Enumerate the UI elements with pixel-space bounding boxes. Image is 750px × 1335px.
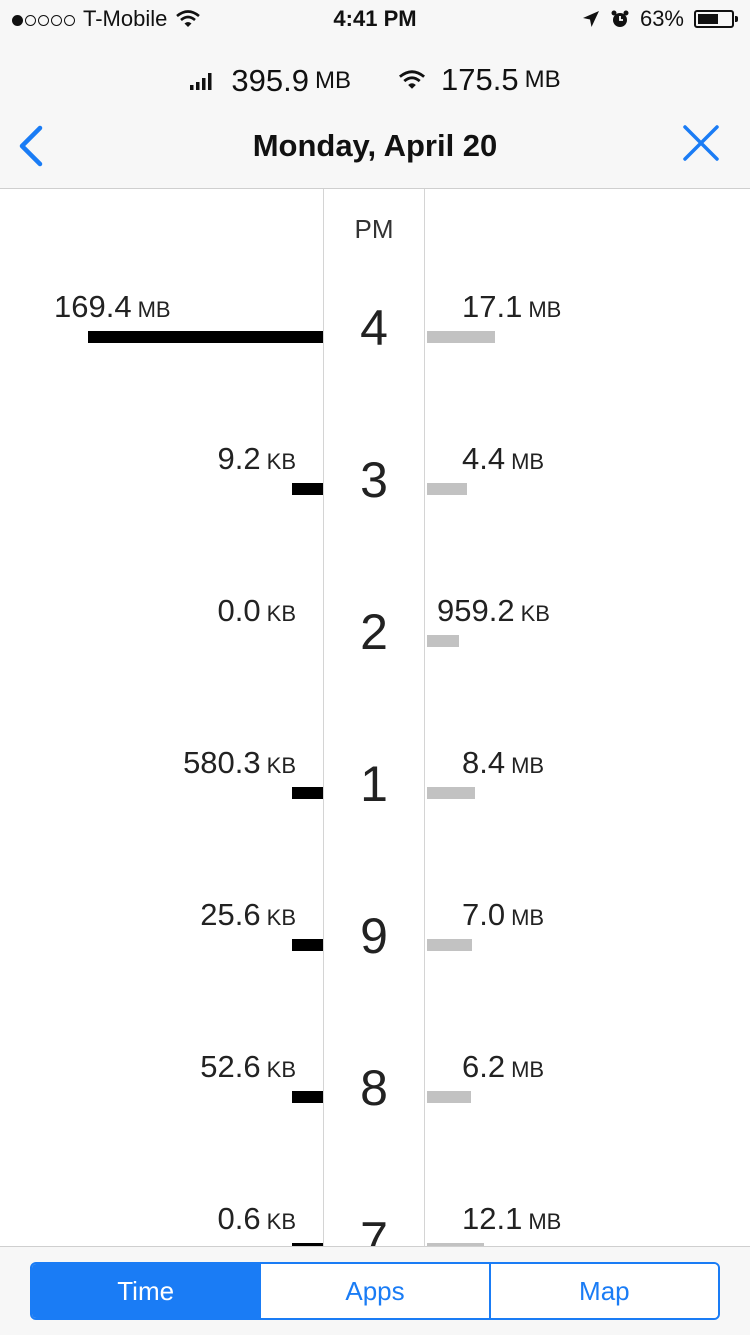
battery-icon (694, 10, 738, 28)
hour-label: 7 (360, 1212, 388, 1246)
wifi-usage-bar (427, 635, 459, 647)
cellular-usage-value: 0.0 (217, 593, 261, 628)
cellular-usage-unit: KB (266, 1057, 296, 1082)
cellular-total: 395.9 MB (189, 63, 351, 99)
usage-totals: 395.9 MB 175.5 MB (0, 62, 750, 99)
cellular-total-unit: MB (315, 67, 351, 94)
period-label: PM (354, 214, 394, 244)
cellular-usage-label: 580.3 KB (183, 745, 296, 781)
wifi-usage-unit: MB (511, 1057, 545, 1082)
bottom-bar: Time Apps Map (0, 1246, 750, 1335)
cellular-total-value: 395.9 (231, 63, 309, 98)
cellular-usage-unit: KB (266, 449, 296, 474)
wifi-usage-value: 12.1 (462, 1201, 523, 1236)
cellular-usage-value: 0.6 (217, 1201, 261, 1236)
hourly-timeline[interactable]: PM 169.4 MB 4 17.1 MB 9.2 KB 3 4.4 MB 0.0 KB 2 959.2 K… (0, 189, 750, 1246)
wifi-total-unit: MB (524, 66, 561, 93)
wifi-usage-label: 12.1 MB (462, 1201, 561, 1237)
close-icon[interactable] (682, 124, 720, 162)
cellular-usage-bar (292, 483, 323, 495)
wifi-usage-value: 17.1 (462, 289, 523, 324)
cellular-usage-label: 25.6 KB (200, 897, 296, 933)
hour-row: 580.3 KB 1 8.4 MB (0, 745, 750, 897)
cellular-usage-unit: KB (266, 753, 296, 778)
hour-label: 2 (360, 604, 388, 660)
wifi-total: 175.5 MB (397, 62, 561, 98)
wifi-usage-label: 8.4 MB (462, 745, 544, 781)
hour-label: 1 (360, 756, 388, 812)
cellular-usage-unit: KB (266, 601, 296, 626)
wifi-usage-bar (427, 787, 475, 799)
alarm-clock-icon (611, 10, 629, 27)
header: T-Mobile 4:41 PM 63% 395.9 MB 175.5 MB M… (0, 0, 750, 189)
wifi-usage-unit: MB (511, 449, 545, 474)
cellular-usage-unit: KB (266, 1209, 296, 1234)
wifi-usage-value: 7.0 (462, 897, 506, 932)
cellular-usage-bar (292, 939, 323, 951)
wifi-usage-value: 4.4 (462, 441, 506, 476)
cellular-usage-value: 9.2 (217, 441, 261, 476)
wifi-usage-bar (427, 939, 472, 951)
status-bar: T-Mobile 4:41 PM 63% (0, 0, 750, 40)
hour-row: 169.4 MB 4 17.1 MB (0, 289, 750, 441)
cellular-usage-unit: MB (137, 297, 171, 322)
wifi-usage-bar (427, 331, 495, 343)
cellular-usage-value: 169.4 (54, 289, 132, 324)
wifi-usage-value: 959.2 (437, 593, 515, 628)
nav-bar: Monday, April 20 (0, 118, 750, 172)
cellular-usage-unit: KB (266, 905, 296, 930)
cellular-usage-label: 169.4 MB (54, 289, 171, 325)
wifi-usage-label: 959.2 KB (437, 593, 550, 629)
wifi-usage-label: 17.1 MB (462, 289, 561, 325)
wifi-usage-value: 6.2 (462, 1049, 506, 1084)
wifi-usage-unit: MB (511, 905, 545, 930)
location-arrow-icon (582, 11, 599, 27)
wifi-usage-unit: MB (511, 753, 545, 778)
cellular-usage-label: 0.0 KB (218, 593, 296, 629)
cellular-usage-bar (292, 787, 323, 799)
cellular-usage-label: 0.6 KB (218, 1201, 296, 1237)
cellular-usage-label: 9.2 KB (218, 441, 296, 477)
wifi-usage-label: 6.2 MB (462, 1049, 544, 1085)
page-title: Monday, April 20 (252, 128, 498, 163)
wifi-usage-label: 7.0 MB (462, 897, 544, 933)
wifi-usage-unit: KB (520, 601, 550, 626)
hour-label: 3 (360, 452, 388, 508)
cellular-usage-bar (88, 331, 323, 343)
cellular-usage-value: 25.6 (200, 897, 261, 932)
tab-time[interactable]: Time (32, 1264, 260, 1318)
wifi-icon (398, 70, 426, 89)
cellular-usage-value: 580.3 (183, 745, 261, 780)
battery-percent: 63% (639, 6, 684, 31)
status-right: 63% (582, 6, 738, 32)
wifi-usage-bar (427, 483, 467, 495)
hour-row: 9.2 KB 3 4.4 MB (0, 441, 750, 593)
hour-label: 4 (360, 300, 388, 356)
tab-map[interactable]: Map (488, 1264, 718, 1318)
wifi-usage-value: 8.4 (462, 745, 506, 780)
hour-row: 25.6 KB 9 7.0 MB (0, 897, 750, 1049)
wifi-usage-label: 4.4 MB (462, 441, 544, 477)
battery-fill (698, 14, 718, 24)
wifi-usage-unit: MB (528, 297, 562, 322)
cellular-usage-bar (292, 1091, 323, 1103)
hour-row: 52.6 KB 8 6.2 MB (0, 1049, 750, 1201)
wifi-total-value: 175.5 (441, 62, 519, 97)
cellular-usage-value: 52.6 (200, 1049, 261, 1084)
wifi-usage-unit: MB (528, 1209, 562, 1234)
tab-apps[interactable]: Apps (259, 1264, 489, 1318)
hour-label: 8 (360, 1060, 388, 1116)
hour-row: 0.0 KB 2 959.2 KB (0, 593, 750, 745)
hour-row: 0.6 KB 7 12.1 MB (0, 1201, 750, 1246)
wifi-usage-bar (427, 1091, 471, 1103)
view-segmented-control: Time Apps Map (30, 1262, 720, 1320)
hour-label: 9 (360, 908, 388, 964)
cellular-usage-label: 52.6 KB (200, 1049, 296, 1085)
cellular-signal-icon (190, 73, 212, 90)
